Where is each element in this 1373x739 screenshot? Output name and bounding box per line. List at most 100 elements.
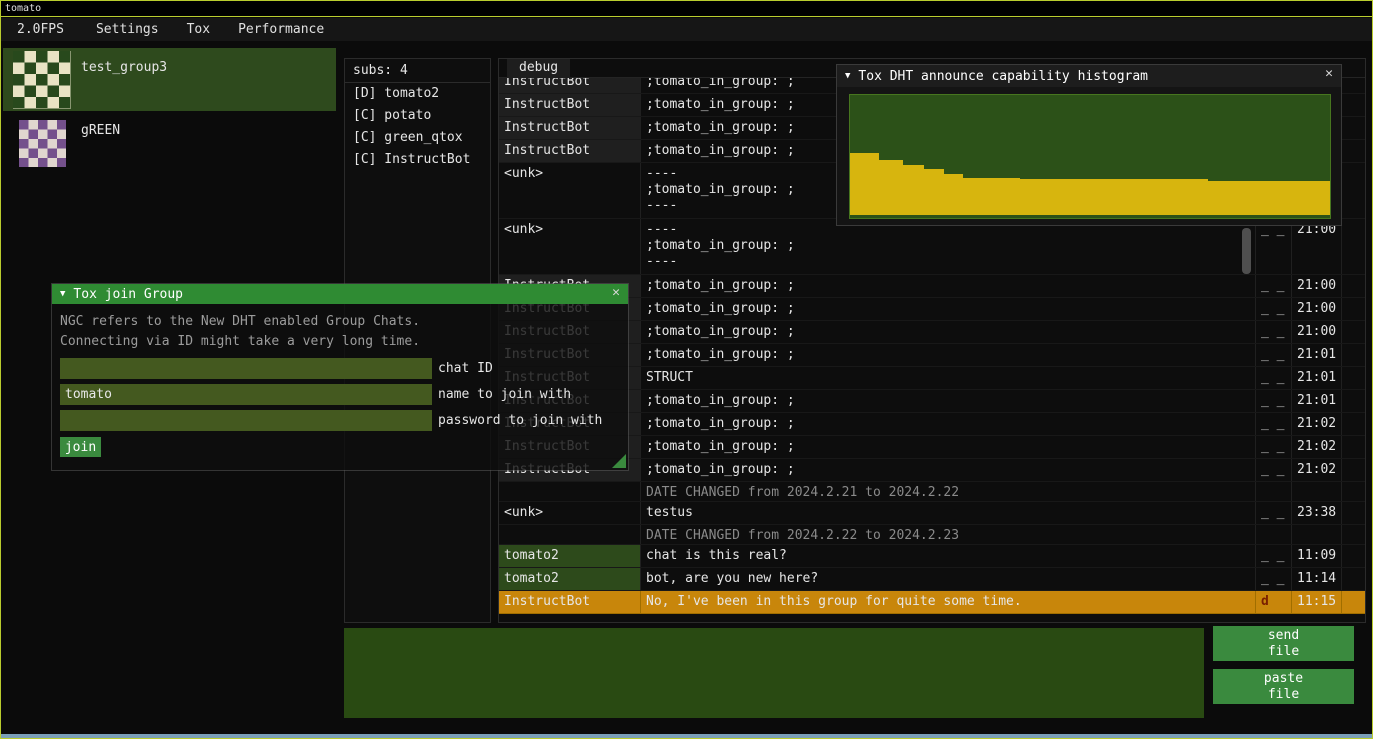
subs-member[interactable]: [C] InstructBot — [345, 149, 490, 171]
group-item-test_group3[interactable]: test_group3 — [3, 48, 336, 111]
join-name-label: name to join with — [438, 387, 571, 402]
message-time: 21:02 — [1292, 436, 1342, 458]
message-text: No, I've been in this group for quite so… — [641, 591, 1256, 613]
message-time: 21:00 — [1292, 321, 1342, 343]
message-status: _ _ — [1256, 344, 1292, 366]
send-file-button[interactable]: send file — [1213, 626, 1354, 661]
subs-list: [D] tomato2[C] potato[C] green_qtox[C] I… — [345, 83, 490, 171]
message-row[interactable]: <unk>testus_ _23:38 — [499, 502, 1365, 525]
date-changed-text: DATE CHANGED from 2024.2.21 to 2024.2.22 — [641, 482, 1256, 501]
join-field-row: name to join with — [60, 384, 620, 405]
histogram-bar — [903, 165, 925, 215]
message-text: ;tomato_in_group: ; — [641, 436, 1256, 458]
message-author: InstructBot — [499, 117, 641, 139]
message-author: <unk> — [499, 219, 641, 274]
message-status: _ _ — [1256, 219, 1292, 274]
join-password-input[interactable] — [60, 410, 432, 431]
message-status: _ _ — [1256, 367, 1292, 389]
subs-member[interactable]: [D] tomato2 — [345, 83, 490, 105]
message-status — [1256, 525, 1292, 544]
histogram-title: Tox DHT announce capability histogram — [858, 69, 1148, 84]
message-status: _ _ — [1256, 275, 1292, 297]
message-row[interactable]: tomato2chat is this real?_ _11:09 — [499, 545, 1365, 568]
message-author: InstructBot — [499, 140, 641, 162]
message-time: 21:01 — [1292, 390, 1342, 412]
collapse-arrow-icon[interactable]: ▼ — [60, 289, 65, 299]
join-group-title: Tox join Group — [73, 287, 183, 302]
message-status: _ _ — [1256, 298, 1292, 320]
message-author — [499, 525, 641, 544]
message-status: d — [1256, 591, 1292, 613]
join-info-line: Connecting via ID might take a very long… — [60, 332, 620, 352]
message-author: InstructBot — [499, 591, 641, 613]
join-group-body: NGC refers to the New DHT enabled Group … — [52, 304, 628, 470]
paste-file-button[interactable]: paste file — [1213, 669, 1354, 704]
date-changed-text: DATE CHANGED from 2024.2.22 to 2024.2.23 — [641, 525, 1256, 544]
resize-grip[interactable] — [612, 454, 626, 468]
message-text: ;tomato_in_group: ; — [641, 390, 1256, 412]
histogram-bars — [850, 95, 1330, 215]
message-text: ;tomato_in_group: ; — [641, 413, 1256, 435]
message-text: testus — [641, 502, 1256, 524]
menu-item-tox[interactable]: Tox — [175, 22, 222, 37]
join-group-titlebar[interactable]: ▼ Tox join Group ✕ — [52, 284, 628, 304]
message-row[interactable]: tomato2bot, are you new here?_ _11:14 — [499, 568, 1365, 591]
bottom-resize-border[interactable] — [1, 734, 1372, 738]
message-input[interactable] — [344, 628, 1204, 718]
group-item-gREEN[interactable]: gREEN — [3, 111, 336, 174]
message-author: InstructBot — [499, 94, 641, 116]
join-password-label: password to join with — [438, 413, 602, 428]
message-author: tomato2 — [499, 568, 641, 590]
histogram-bar — [963, 178, 1021, 215]
message-time: 23:38 — [1292, 502, 1342, 524]
message-author: <unk> — [499, 502, 641, 524]
subs-member[interactable]: [C] potato — [345, 105, 490, 127]
message-time — [1292, 482, 1342, 501]
close-icon[interactable]: ✕ — [1325, 66, 1333, 81]
message-text: ---- ;tomato_in_group: ; ---- — [641, 219, 1256, 274]
join-info-text: NGC refers to the New DHT enabled Group … — [60, 312, 620, 352]
join-field-row: chat ID — [60, 358, 620, 379]
message-row[interactable]: <unk>---- ;tomato_in_group: ; ----_ _21:… — [499, 219, 1365, 275]
message-time: 21:02 — [1292, 413, 1342, 435]
message-author: <unk> — [499, 163, 641, 218]
join-group-window: ▼ Tox join Group ✕ NGC refers to the New… — [51, 283, 629, 471]
message-text: ;tomato_in_group: ; — [641, 275, 1256, 297]
group-avatar — [13, 51, 71, 109]
histogram-titlebar[interactable]: ▼ Tox DHT announce capability histogram … — [837, 65, 1341, 87]
message-status: _ _ — [1256, 390, 1292, 412]
message-author: tomato2 — [499, 545, 641, 567]
chat-id-input[interactable] — [60, 358, 432, 379]
app-window: tomato 2.0FPS SettingsToxPerformance tes… — [0, 0, 1373, 739]
group-name: test_group3 — [81, 60, 167, 75]
collapse-arrow-icon[interactable]: ▼ — [845, 71, 850, 81]
scrollbar-thumb[interactable] — [1242, 228, 1251, 274]
menu-item-settings[interactable]: Settings — [84, 22, 171, 37]
window-titlebar: tomato — [1, 1, 1372, 17]
close-icon[interactable]: ✕ — [612, 285, 620, 300]
group-avatar — [19, 120, 66, 167]
message-row[interactable]: InstructBotNo, I've been in this group f… — [499, 591, 1365, 614]
histogram-bar — [1208, 181, 1330, 215]
histogram-window: ▼ Tox DHT announce capability histogram … — [836, 64, 1342, 226]
tab-debug[interactable]: debug — [507, 59, 570, 78]
message-time: 21:02 — [1292, 459, 1342, 481]
message-text: ;tomato_in_group: ; — [641, 459, 1256, 481]
subs-header: subs: 4 — [345, 59, 490, 83]
join-fields: chat ID name to join with password to join… — [60, 358, 620, 431]
message-status: _ _ — [1256, 413, 1292, 435]
subs-member[interactable]: [C] green_qtox — [345, 127, 490, 149]
histogram-plot — [849, 94, 1331, 219]
message-status — [1256, 482, 1292, 501]
date-separator-row: DATE CHANGED from 2024.2.21 to 2024.2.22 — [499, 482, 1365, 502]
histogram-bar — [944, 174, 963, 215]
menu-item-performance[interactable]: Performance — [226, 22, 336, 37]
message-text: bot, are you new here? — [641, 568, 1256, 590]
message-status: _ _ — [1256, 321, 1292, 343]
join-button[interactable]: join — [60, 437, 101, 457]
join-name-input[interactable] — [60, 384, 432, 405]
histogram-bar — [1020, 179, 1207, 215]
message-status: _ _ — [1256, 436, 1292, 458]
histogram-bar — [924, 169, 943, 215]
message-text: chat is this real? — [641, 545, 1256, 567]
